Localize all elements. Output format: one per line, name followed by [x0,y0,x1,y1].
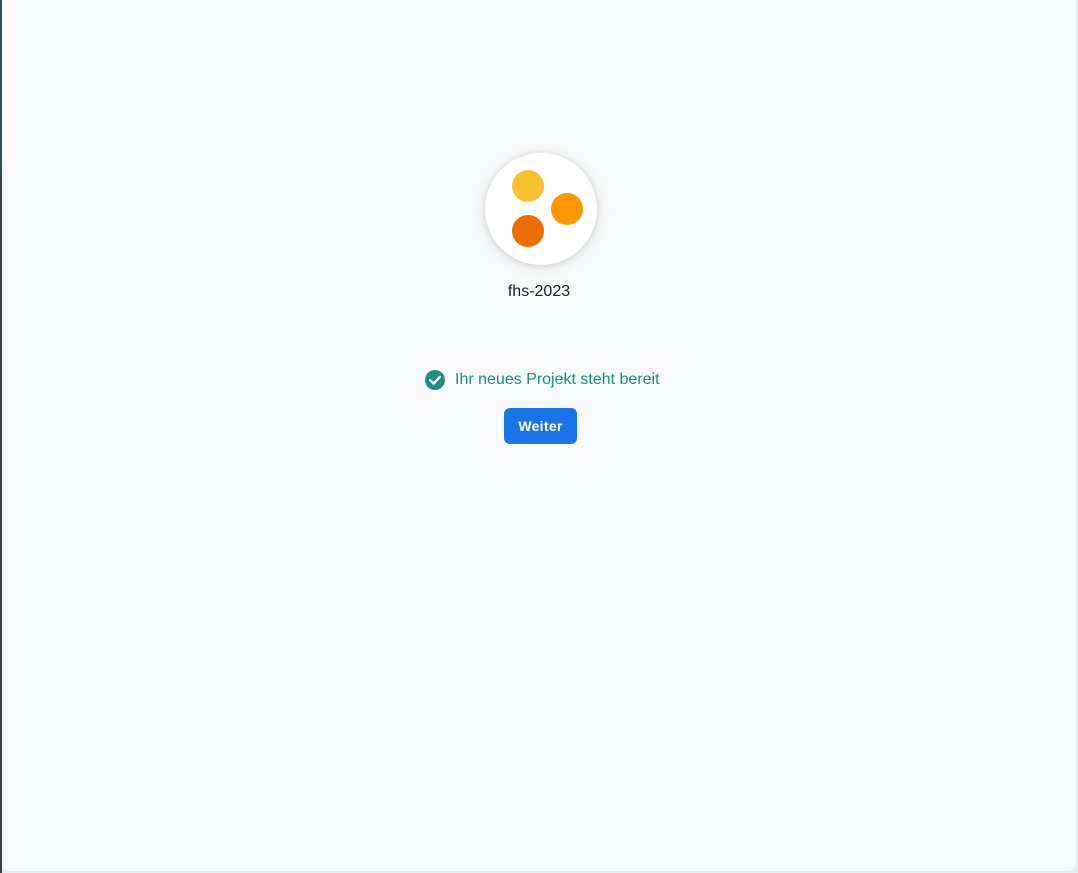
logo-dot-dark-orange [512,215,544,247]
project-ready-panel: fhs-2023 Ihr neues Projekt steht bereit … [2,0,1076,871]
project-name: fhs-2023 [507,283,571,300]
continue-button[interactable]: Weiter [504,408,577,444]
status-message: Ihr neues Projekt steht bereit [424,369,660,391]
three-dots-logo-icon [512,170,583,247]
check-circle-icon [425,370,445,390]
logo-dot-yellow [512,170,544,202]
project-ready-window: fhs-2023 Ihr neues Projekt steht bereit … [2,0,1076,871]
status-text: Ihr neues Projekt steht bereit [455,371,660,388]
project-avatar [485,153,597,265]
logo-dot-orange [551,193,583,225]
